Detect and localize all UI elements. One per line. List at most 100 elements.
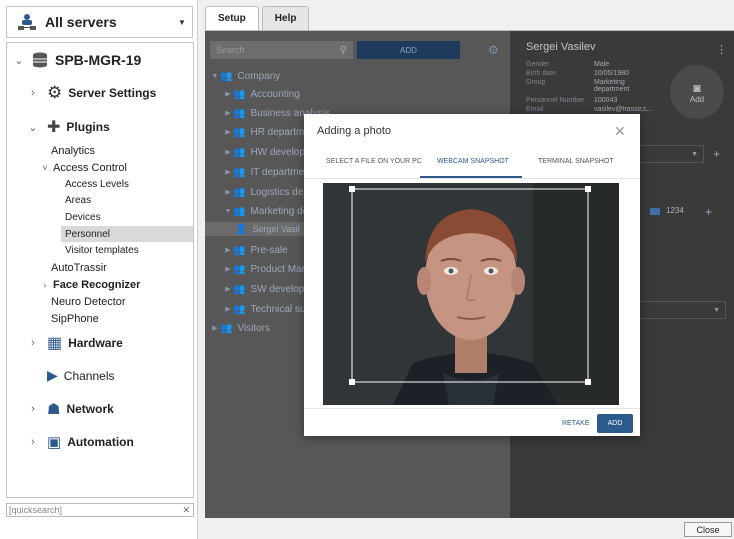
clear-icon[interactable]: ✕ xyxy=(182,505,190,516)
group-label: Technical sup xyxy=(250,303,312,315)
people-icon: 👥 xyxy=(220,70,233,82)
group-label: HW develop xyxy=(250,146,305,158)
field-value: Male xyxy=(594,61,610,68)
person-row[interactable]: 👤 Sergei Vasil xyxy=(205,222,304,236)
tree-item-plugins[interactable]: ⌄ ✚ Plugins xyxy=(27,117,213,137)
camera-icon: ◙ xyxy=(693,80,701,95)
add-photo-button[interactable]: ◙ Add xyxy=(670,65,724,119)
people-icon: 👥 xyxy=(233,107,246,119)
dialog-title: Adding a photo xyxy=(317,125,392,137)
close-button[interactable]: Close xyxy=(684,522,732,537)
field-value: vasilev@trassir.c... xyxy=(594,106,653,113)
group-hw[interactable]: ▶ 👥 HW develop xyxy=(223,145,305,159)
group-logistics[interactable]: ▶ 👥 Logistics dep xyxy=(223,185,309,199)
search-icon: ⚲ xyxy=(339,44,347,56)
puzzle-icon: ✚ xyxy=(47,119,61,136)
chevron-right-icon: › xyxy=(31,337,35,349)
tab-help[interactable]: Help xyxy=(261,6,310,30)
chevron-right-icon: ▶ xyxy=(225,247,231,254)
tree-item-label: Analytics xyxy=(51,145,96,157)
chevron-down-icon: ▼ xyxy=(691,150,698,158)
chevron-right-icon: › xyxy=(31,403,35,415)
tree-item-automation[interactable]: › ▣ Automation xyxy=(27,433,213,451)
add-icon[interactable]: + xyxy=(713,147,720,161)
robot-icon: ▣ xyxy=(47,434,62,451)
chevron-down-icon: ▼ xyxy=(211,72,219,80)
tree-item-label: Areas xyxy=(65,195,92,206)
people-icon: 👥 xyxy=(233,186,246,198)
tree-item-access-control[interactable]: ˅ Access Control xyxy=(39,162,225,174)
close-icon[interactable]: ✕ xyxy=(614,123,626,140)
tree-item-face-recognizer[interactable]: › Face Recognizer xyxy=(39,279,225,291)
tree-item-hardware[interactable]: › ▦ Hardware xyxy=(27,333,213,353)
group-technical[interactable]: ▶ 👥 Technical sup xyxy=(223,302,311,316)
field-label: Gender xyxy=(526,61,550,68)
field-label: Email xyxy=(526,106,544,113)
tree-item-server-settings[interactable]: › ⚙ Server Settings xyxy=(27,83,213,103)
tree-item-personnel[interactable]: Personnel xyxy=(61,226,193,242)
tree-item-channels[interactable]: ▶ Channels xyxy=(39,367,225,384)
divider xyxy=(304,408,640,409)
add-card-icon[interactable]: + xyxy=(705,205,712,219)
group-label: Pre-sale xyxy=(250,244,288,256)
server-selector[interactable]: All servers ▼ xyxy=(6,6,193,38)
group-label: Accounting xyxy=(250,88,300,100)
tree-item-label: Access Control xyxy=(53,162,127,174)
group-label: Visitors xyxy=(237,322,271,334)
chevron-right-icon: ▶ xyxy=(225,266,231,273)
camera-icon: ▶ xyxy=(47,367,58,383)
people-icon: 👥 xyxy=(233,166,246,178)
gear-icon[interactable]: ⚙ xyxy=(488,43,499,57)
add-group-button[interactable]: ADD xyxy=(357,41,460,59)
tab-select-file[interactable]: SELECT A FILE ON YOUR PC xyxy=(326,158,422,165)
tree-item-label: Server Settings xyxy=(68,86,157,100)
server-tree: ⌄ SPB-MGR-19 › ⚙ Server Settings ⌄ ✚ Plu… xyxy=(6,42,194,498)
add-photo-label: Add xyxy=(689,94,705,104)
people-icon: 👥 xyxy=(233,205,246,217)
field-value: 100043 xyxy=(594,97,618,104)
group-accounting[interactable]: ▶ 👥 Accounting xyxy=(223,87,300,101)
chevron-right-icon: ▶ xyxy=(225,110,231,117)
divider xyxy=(304,178,640,179)
tree-item-label: Automation xyxy=(67,435,134,449)
group-hr[interactable]: ▶ 👥 HR departme xyxy=(223,125,310,139)
tree-item-label: Network xyxy=(66,402,114,416)
chevron-right-icon: ▶ xyxy=(212,325,218,332)
chevron-right-icon: › xyxy=(31,87,35,99)
people-icon: 👥 xyxy=(233,126,246,138)
tab-setup[interactable]: Setup xyxy=(205,6,259,30)
tree-server[interactable]: ⌄ SPB-MGR-19 xyxy=(13,51,199,69)
group-it[interactable]: ▶ 👥 IT departmer xyxy=(223,165,308,179)
tree-item-network[interactable]: › ☗ Network xyxy=(27,400,213,418)
add-button[interactable]: ADD xyxy=(597,414,633,433)
retake-button[interactable]: RETAKE xyxy=(562,420,590,427)
people-icon: 👥 xyxy=(233,283,246,295)
tree-item-label: AutoTrassir xyxy=(51,262,107,274)
tree-item-label: Plugins xyxy=(66,120,110,134)
server-name: SPB-MGR-19 xyxy=(55,52,142,68)
people-icon: 👥 xyxy=(233,303,246,315)
field-value: 10/05/1980 xyxy=(594,70,630,77)
group-visitors[interactable]: ▶ 👥 Visitors xyxy=(210,321,270,335)
tree-item-label: Hardware xyxy=(68,336,123,350)
tree-item-label: Visitor templates xyxy=(65,245,139,256)
group-presale[interactable]: ▶ 👥 Pre-sale xyxy=(223,243,288,257)
group-sw[interactable]: ▶ 👥 SW develop xyxy=(223,282,304,296)
person-label: Sergei Vasil xyxy=(252,224,300,234)
group-marketing[interactable]: ▼ 👥 Marketing de xyxy=(223,204,309,218)
tab-terminal-snapshot[interactable]: TERMINAL SNAPSHOT xyxy=(538,158,614,165)
tab-webcam-snapshot[interactable]: WEBCAM SNAPSHOT xyxy=(437,158,509,165)
more-icon[interactable]: ⋮ xyxy=(716,43,727,56)
group-label: IT departmer xyxy=(250,166,308,178)
chevron-down-icon: ▼ xyxy=(224,207,232,215)
chevron-right-icon: ▶ xyxy=(225,129,231,136)
people-icon: 👥 xyxy=(220,322,233,334)
group-company[interactable]: ▼ 👥 Company xyxy=(210,69,281,83)
group-product[interactable]: ▶ 👥 Product Man xyxy=(223,262,307,276)
chevron-right-icon: ▶ xyxy=(225,306,231,313)
quicksearch-input[interactable]: [quicksearch] ✕ xyxy=(6,503,194,517)
people-icon: 👥 xyxy=(233,88,246,100)
group-label: HR departme xyxy=(250,126,310,138)
field-value: Marketing department xyxy=(594,79,630,93)
personnel-search-input[interactable]: Search ⚲ xyxy=(210,41,353,59)
